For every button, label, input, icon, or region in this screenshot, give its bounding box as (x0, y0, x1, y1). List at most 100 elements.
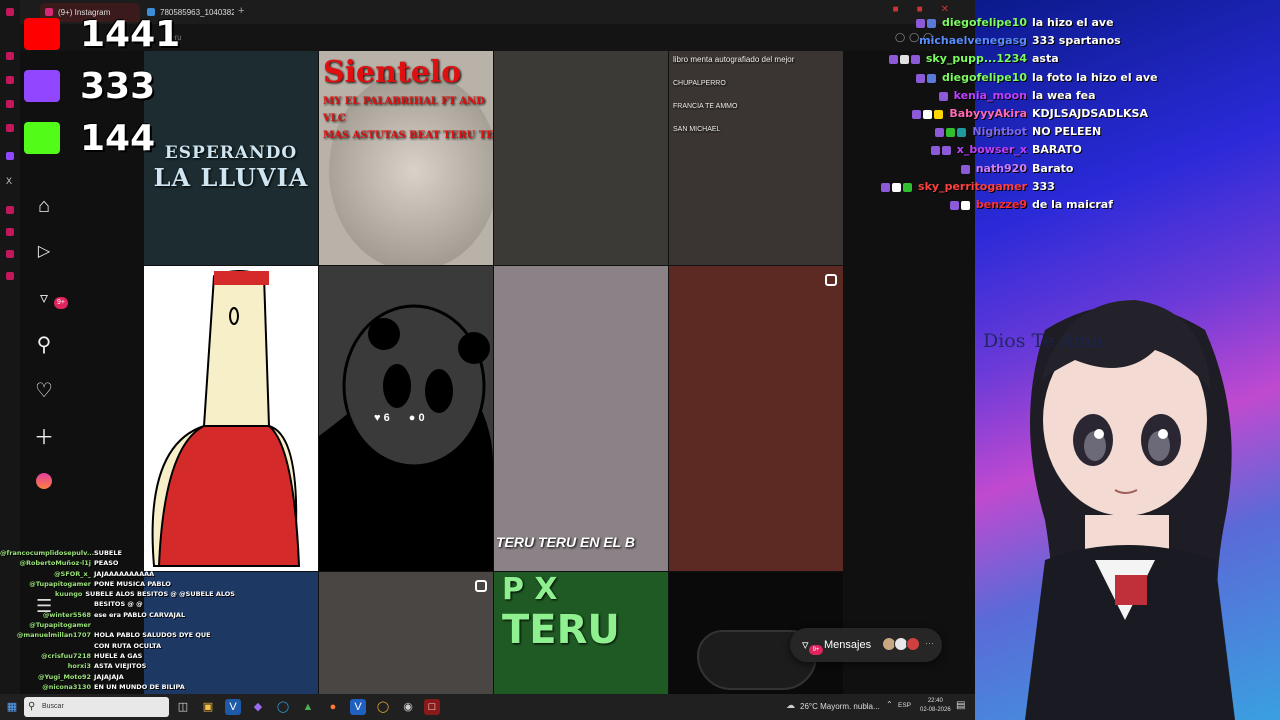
grid-post[interactable]: Sientelo MY EL PALABRIIIAL FT AND VLC MAS A… (319, 51, 493, 265)
sidebar-app-icon[interactable] (6, 52, 14, 60)
notifications-icon[interactable]: ▿ 9+ (32, 287, 68, 311)
taskbar: ▦ ⚲ Buscar ◫ ▣ V ◆ ◯ ▲ ● V ◯ ◉ □ ☁ 26°C … (0, 694, 975, 720)
chat-username: @RobertoMuñoz-l1j (19, 559, 91, 568)
chat-badges (888, 55, 922, 66)
new-tab-button[interactable]: + (238, 5, 244, 17)
vtuber-overlay-text: Dios Te Ama (983, 330, 1104, 352)
sidebar-app-icon[interactable] (6, 228, 14, 236)
chat-badge-icon (899, 55, 909, 65)
task-view-icon[interactable]: ◫ (175, 699, 191, 715)
window-controls[interactable]: ■■✕ (893, 4, 967, 15)
menu-icon[interactable]: ☰ (36, 596, 52, 617)
chat-badge-icon (949, 201, 959, 210)
home-icon[interactable]: ⌂ (32, 194, 56, 218)
chat-username: @Yugi_Moto92 (37, 672, 91, 681)
chat-message: BabyyyAkira KDJLSAJDSADLKSA (860, 107, 1280, 125)
chat-message: nath920 Barato (860, 162, 1280, 180)
sidebar-app-icon[interactable] (6, 100, 14, 108)
chat-badge-icon (916, 19, 926, 28)
chat-badge-icon (881, 182, 891, 192)
chat-badge-icon (930, 146, 940, 156)
chevron-up-icon[interactable]: ⌃ (886, 700, 893, 709)
twitch-chat-overlay: diegofelipe10 la hizo el ave michaelvenega… (860, 16, 1280, 216)
chat-badges (912, 110, 945, 121)
chat-username (0, 641, 94, 651)
viewer-count: 1441 (80, 14, 181, 55)
chat-username: Nightbot (972, 125, 1027, 139)
chrome-icon[interactable]: ◯ (375, 699, 391, 715)
create-icon[interactable]: ＋ (32, 426, 56, 450)
post-caption-text: TERU (502, 607, 620, 653)
chat-badge-icon (927, 73, 937, 83)
post-caption-text: libro menta autografiado del mejor (673, 55, 795, 64)
sidebar-app-icon[interactable] (6, 206, 14, 214)
grid-post[interactable] (494, 51, 668, 265)
more-icon[interactable]: ··· (925, 638, 934, 648)
grid-post[interactable]: P X TERU (494, 572, 668, 694)
chat-badges (949, 201, 972, 212)
chat-badges (938, 91, 950, 103)
grid-post[interactable]: ♥ 6 ● 0 (319, 266, 493, 571)
chat-username: diegofelipe10 (942, 16, 1027, 29)
chat-username: benzze9 (975, 198, 1027, 211)
edge-icon[interactable]: ◯ (275, 699, 291, 715)
post-caption-text: SAN MICHAEL (673, 126, 721, 133)
post-caption-text: FRANCIA TE AMMO (673, 103, 738, 110)
grid-post[interactable] (144, 266, 318, 571)
messages-button[interactable]: ▿ 9+ Mensajes ··· (790, 628, 942, 662)
sidebar-app-icon[interactable] (6, 152, 14, 160)
search-icon: ⚲ (28, 701, 36, 712)
sidebar-app-icon[interactable] (6, 76, 14, 84)
post-caption-text: Sientelo (323, 55, 462, 90)
obs-icon[interactable]: ◉ (400, 699, 416, 715)
profile-avatar-icon[interactable] (36, 473, 52, 489)
browser-taskbar-icon[interactable]: □ (424, 699, 440, 715)
chat-message: benzze9 de la maicraf (860, 198, 1280, 216)
taskbar-search[interactable]: ⚲ Buscar (24, 697, 169, 717)
search-icon[interactable]: ⚲ (32, 333, 56, 357)
chat-badge-icon (934, 110, 944, 119)
likes-icon[interactable]: ♡ (32, 379, 56, 403)
app-icon[interactable]: ◆ (250, 699, 266, 715)
chat-text: la hizo el ave (1032, 16, 1114, 29)
notification-center-icon[interactable]: ▤ (956, 700, 965, 711)
chat-username: diegofelipe10 (942, 70, 1027, 84)
sidebar-app-icon[interactable] (6, 8, 14, 16)
clock-date: 02-08-2026 (920, 707, 951, 713)
grid-post[interactable] (319, 572, 493, 694)
grid-post[interactable]: libro menta autografiado del mejor CHUPAL… (669, 51, 843, 265)
firefox-icon[interactable]: ● (325, 699, 341, 715)
chat-text: Barato (1032, 161, 1074, 175)
avatar (906, 637, 920, 651)
reels-icon[interactable]: ▷ (32, 240, 56, 264)
app-icon[interactable]: V (350, 699, 366, 715)
app-icon[interactable]: ▲ (300, 699, 316, 715)
chat-badges (930, 146, 953, 157)
chat-message: x_bowser_x BARATO (860, 143, 1280, 161)
sidebar-app-icon[interactable] (6, 250, 14, 258)
language-indicator[interactable]: ESP (898, 702, 911, 709)
grid-post[interactable]: TERU TERU EN EL B (494, 266, 668, 571)
chat-message: diegofelipe10 la hizo el ave (860, 16, 1280, 34)
grid-post[interactable] (669, 266, 843, 571)
vscode-icon[interactable]: V (225, 699, 241, 715)
chat-username: nath920 (975, 161, 1027, 175)
chat-text: la wea fea (1032, 88, 1096, 102)
x-icon[interactable]: X (6, 176, 14, 186)
likes-count: 6 (383, 412, 390, 424)
chat-text: SUBELE (94, 549, 122, 557)
chat-username: michaelvenegasg (919, 34, 1027, 48)
windows-start-icon[interactable]: ▦ (4, 699, 20, 715)
chat-badge-icon (912, 110, 922, 119)
chat-text: la foto la hizo el ave (1032, 70, 1158, 84)
chat-badge-icon (938, 91, 948, 101)
reel-icon (475, 580, 487, 592)
clock[interactable]: 22:40 02-08-2026 (920, 697, 951, 715)
clock-time: 22:40 (927, 698, 943, 704)
file-explorer-icon[interactable]: ▣ (200, 699, 216, 715)
sidebar-app-icon[interactable] (6, 124, 14, 132)
chat-message: kenia_moon la wea fea (860, 89, 1280, 107)
chat-username: kenia_moon (953, 88, 1027, 102)
weather-text[interactable]: 26°C Mayorm. nubla... (800, 702, 880, 711)
sidebar-app-icon[interactable] (6, 272, 14, 280)
